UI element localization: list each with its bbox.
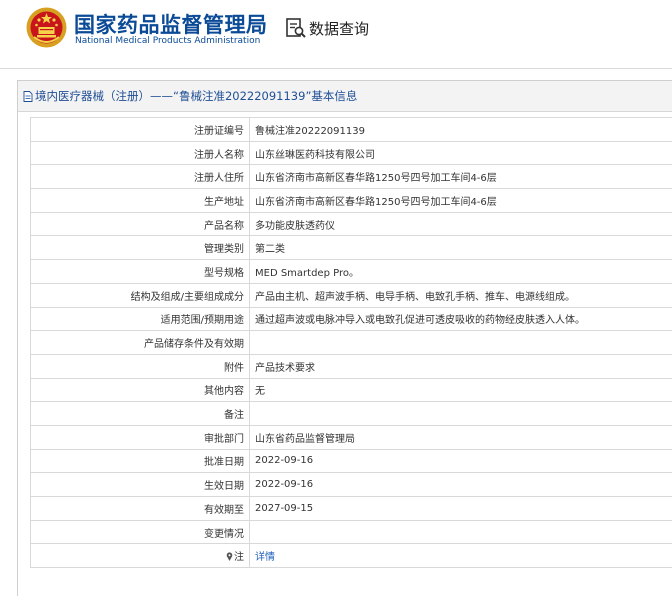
- table-row: 注册人名称山东丝琳医药科技有限公司: [31, 141, 672, 165]
- pin-icon: [226, 552, 233, 561]
- row-label: 产品名称: [31, 212, 250, 236]
- site-header: 国家药品监督管理局 National Medical Products Admi…: [0, 0, 672, 58]
- note-row: 注详情: [31, 544, 672, 568]
- table-row: 附件产品技术要求: [31, 354, 672, 378]
- data-query-link[interactable]: 数据查询: [285, 16, 369, 40]
- panel-title-bar: 境内医疗器械（注册）——“鲁械注准20222091139”基本信息: [18, 81, 672, 112]
- row-label: 产品储存条件及有效期: [31, 331, 250, 355]
- search-document-icon: [285, 17, 307, 39]
- row-value: [250, 331, 672, 355]
- row-value: [250, 520, 672, 544]
- note-value-cell: 详情: [250, 544, 672, 568]
- row-value: MED Smartdep Pro。: [250, 260, 672, 284]
- row-label: 型号规格: [31, 260, 250, 284]
- row-value: 山东丝琳医药科技有限公司: [250, 141, 672, 165]
- row-value: [250, 402, 672, 426]
- row-label: 批准日期: [31, 449, 250, 473]
- table-row: 生产地址山东省济南市高新区春华路1250号四号加工车间4-6层: [31, 189, 672, 213]
- row-label: 备注: [31, 402, 250, 426]
- table-row: 产品储存条件及有效期: [31, 331, 672, 355]
- row-label: 注册人名称: [31, 141, 250, 165]
- row-value: 通过超声波或电脉冲导入或电致孔促进可透皮吸收的药物经皮肤透入人体。: [250, 307, 672, 331]
- row-value: 无: [250, 378, 672, 402]
- row-value: 2022-09-16: [250, 473, 672, 497]
- row-value: 2022-09-16: [250, 449, 672, 473]
- table-row: 生效日期2022-09-16: [31, 473, 672, 497]
- row-label: 生产地址: [31, 189, 250, 213]
- table-row: 注册证编号鲁械注准20222091139: [31, 118, 672, 142]
- table-row: 适用范围/预期用途通过超声波或电脉冲导入或电致孔促进可透皮吸收的药物经皮肤透入人…: [31, 307, 672, 331]
- row-value: 产品技术要求: [250, 354, 672, 378]
- note-label-cell: 注: [31, 544, 250, 568]
- row-value: 产品由主机、超声波手柄、电导手柄、电致孔手柄、推车、电源线组成。: [250, 283, 672, 307]
- row-label: 结构及组成/主要组成成分: [31, 283, 250, 307]
- row-value: 山东省济南市高新区春华路1250号四号加工车间4-6层: [250, 165, 672, 189]
- table-row: 产品名称多功能皮肤透药仪: [31, 212, 672, 236]
- row-value: 鲁械注准20222091139: [250, 118, 672, 142]
- data-query-label: 数据查询: [309, 18, 369, 39]
- table-row: 管理类别第二类: [31, 236, 672, 260]
- table-row: 审批部门山东省药品监督管理局: [31, 425, 672, 449]
- row-label: 适用范围/预期用途: [31, 307, 250, 331]
- row-value: 第二类: [250, 236, 672, 260]
- table-row: 变更情况: [31, 520, 672, 544]
- registration-info-table: 注册证编号鲁械注准20222091139注册人名称山东丝琳医药科技有限公司注册人…: [30, 117, 672, 568]
- org-name: 国家药品监督管理局: [74, 9, 268, 39]
- document-icon: [23, 91, 33, 102]
- row-label: 生效日期: [31, 473, 250, 497]
- table-row: 结构及组成/主要组成成分产品由主机、超声波手柄、电导手柄、电致孔手柄、推车、电源…: [31, 283, 672, 307]
- row-value: 山东省济南市高新区春华路1250号四号加工车间4-6层: [250, 189, 672, 213]
- row-value: 山东省药品监督管理局: [250, 425, 672, 449]
- note-label: 注: [234, 552, 244, 563]
- table-row: 其他内容无: [31, 378, 672, 402]
- row-label: 有效期至: [31, 497, 250, 521]
- row-label: 其他内容: [31, 378, 250, 402]
- row-label: 变更情况: [31, 520, 250, 544]
- table-row: 批准日期2022-09-16: [31, 449, 672, 473]
- row-label: 注册人住所: [31, 165, 250, 189]
- org-name-en: National Medical Products Administration: [75, 36, 260, 46]
- detail-link[interactable]: 详情: [255, 552, 275, 563]
- row-label: 附件: [31, 354, 250, 378]
- row-value: 2027-09-15: [250, 497, 672, 521]
- row-label: 审批部门: [31, 425, 250, 449]
- row-label: 管理类别: [31, 236, 250, 260]
- table-row: 备注: [31, 402, 672, 426]
- table-row: 注册人住所山东省济南市高新区春华路1250号四号加工车间4-6层: [31, 165, 672, 189]
- table-row: 型号规格MED Smartdep Pro。: [31, 260, 672, 284]
- national-emblem-icon: [26, 7, 67, 48]
- row-value: 多功能皮肤透药仪: [250, 212, 672, 236]
- info-panel: 境内医疗器械（注册）——“鲁械注准20222091139”基本信息 注册证编号鲁…: [17, 80, 672, 596]
- table-row: 有效期至2027-09-15: [31, 497, 672, 521]
- panel-title: 境内医疗器械（注册）——“鲁械注准20222091139”基本信息: [35, 88, 357, 104]
- row-label: 注册证编号: [31, 118, 250, 142]
- header-divider: [0, 68, 672, 69]
